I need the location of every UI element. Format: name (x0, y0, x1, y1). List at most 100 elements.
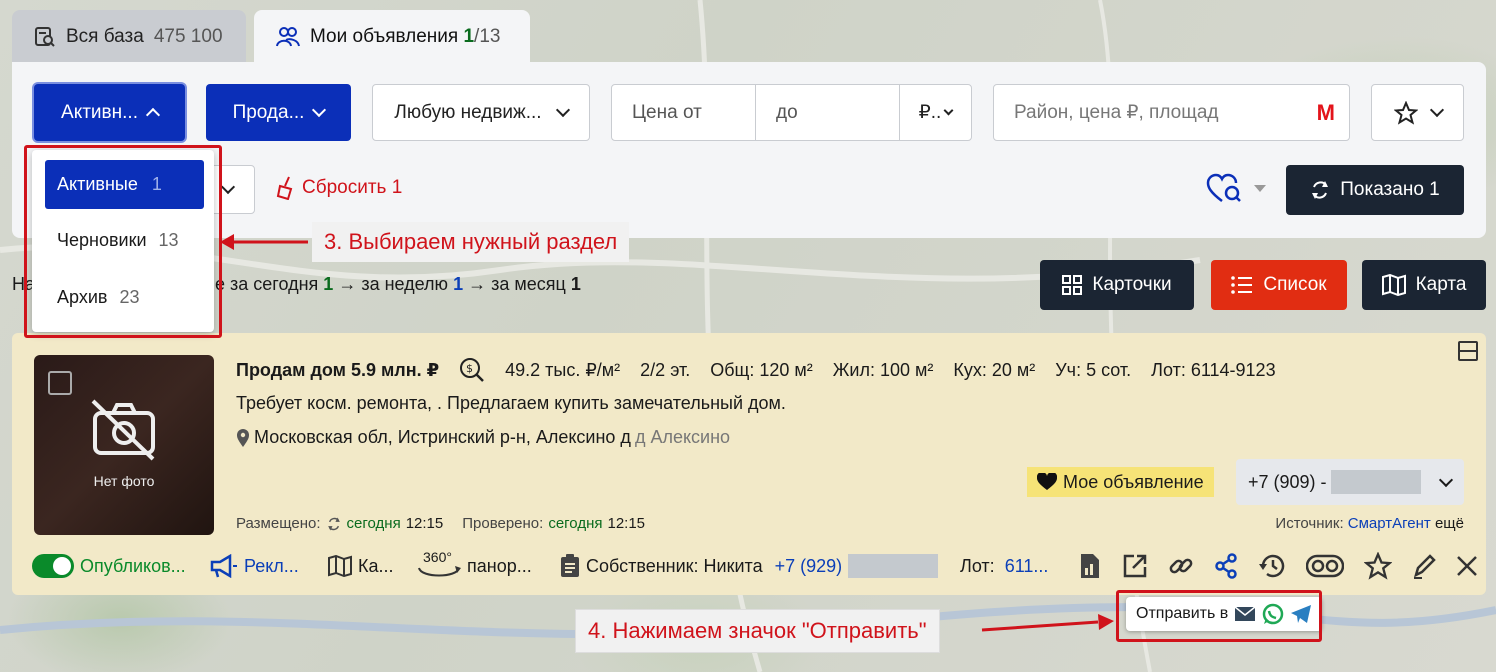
chevron-up-icon (145, 107, 161, 123)
tab-label: Вся база (66, 26, 144, 47)
status-select[interactable]: Активн... (34, 84, 185, 141)
refresh-icon (327, 516, 340, 531)
view-map-button[interactable]: Карта (1362, 260, 1486, 310)
price-to-input[interactable]: до (756, 85, 900, 140)
grid-icon (1062, 275, 1083, 295)
area-living: Жил: 100 м² (832, 359, 934, 380)
map-button[interactable]: Ка... (328, 552, 394, 580)
star-icon (1393, 100, 1418, 125)
annotation-highlight-share (1116, 590, 1322, 642)
tab-my-listings[interactable]: Мои объявления 1/13 (254, 10, 530, 64)
external-link-icon[interactable] (1122, 553, 1148, 579)
annotation-arrow-3 (220, 234, 308, 250)
chevron-down-icon (312, 102, 327, 118)
stats-week[interactable]: 1 (453, 274, 463, 294)
tab-active-count: 1 (463, 26, 475, 47)
link-icon[interactable] (1168, 553, 1194, 579)
view-list-label: Список (1263, 274, 1327, 295)
listing-title[interactable]: Продам дом 5.9 млн. ₽ (236, 360, 439, 381)
checked-label: Проверено: (462, 515, 544, 532)
users-icon (276, 27, 300, 47)
price-from-input[interactable]: Цена от (612, 85, 756, 140)
close-icon[interactable] (1456, 555, 1478, 577)
posted-day: сегодня (346, 515, 401, 532)
svg-text:$: $ (466, 362, 473, 375)
refresh-icon (1312, 181, 1329, 199)
posted-label: Размещено: (236, 515, 321, 532)
annotation-step3: 3. Выбираем нужный раздел (312, 222, 630, 262)
pencil-icon[interactable] (1412, 553, 1436, 579)
no-photo-icon (91, 399, 155, 461)
currency-label: ₽.. (918, 102, 942, 123)
shown-button[interactable]: Показано 1 (1286, 165, 1464, 215)
stats-week-label: → за неделю (338, 274, 449, 294)
tab-count: 475 100 (153, 26, 223, 47)
phone-blur (1330, 470, 1421, 494)
annotation-step4: 4. Нажимаем значок "Отправить" (575, 609, 940, 653)
checked-day: сегодня (548, 515, 603, 532)
plot-size: Уч: 5 сот. (1055, 359, 1132, 380)
tape-icon[interactable] (1306, 554, 1344, 578)
map-label: Ка... (358, 555, 394, 576)
favorites-select[interactable] (1371, 84, 1464, 141)
currency-select[interactable]: ₽.. (900, 85, 971, 140)
publish-toggle[interactable]: Опубликов... (32, 552, 186, 580)
owner-phone[interactable]: +7 (929) (775, 556, 843, 577)
heart-search-icon (1206, 173, 1241, 202)
phone-number: +7 (909) - (1248, 471, 1327, 492)
source-more[interactable]: ещё (1435, 515, 1464, 532)
annotation-highlight-dropdown (24, 145, 222, 338)
property-select[interactable]: Любую недвиж... (372, 84, 590, 141)
reset-button[interactable]: Сбросить 1 (276, 176, 402, 200)
checked-time: 12:15 (607, 515, 646, 532)
status-select-label: Активн... (61, 101, 138, 123)
property-select-label: Любую недвиж... (394, 101, 542, 123)
owner-label: Собственник: Никита (586, 555, 763, 576)
listing-card: Нет фото Продам дом 5.9 млн. ₽ $ 49.2 ты… (12, 333, 1486, 595)
phone-select[interactable]: +7 (909) - (1236, 459, 1464, 505)
collapse-icon[interactable] (1458, 341, 1478, 361)
deal-select[interactable]: Прода... (206, 84, 351, 141)
toggle-switch[interactable] (32, 554, 74, 578)
source-link[interactable]: СмартАгент (1348, 515, 1431, 532)
metro-icon[interactable]: М (1317, 100, 1335, 126)
chevron-down-icon (1438, 472, 1453, 487)
star-icon[interactable] (1364, 552, 1392, 580)
panorama-button[interactable]: 360° панор... (417, 549, 532, 580)
price-per-m: 49.2 тыс. ₽/м² (505, 359, 621, 380)
map-icon (1381, 274, 1406, 296)
publish-label: Опубликов... (80, 555, 186, 576)
stats-month[interactable]: 1 (571, 274, 581, 294)
stats-line: е за сегодня 1 → за неделю 1 → за месяц … (215, 274, 581, 295)
saved-search-button[interactable] (1206, 173, 1266, 205)
listing-photo[interactable]: Нет фото (34, 355, 214, 535)
lot-link[interactable]: Лот: 611... (960, 552, 1048, 580)
price-range: Цена от до ₽.. (611, 84, 972, 141)
select-checkbox[interactable] (48, 371, 72, 395)
stats-today[interactable]: 1 (323, 274, 333, 294)
annotation-arrow-4 (981, 614, 1114, 632)
heart-icon (1037, 473, 1057, 490)
ads-label: Рекл... (244, 555, 299, 576)
view-cards-button[interactable]: Карточки (1040, 260, 1194, 310)
location-pin-icon (237, 428, 249, 447)
search-placeholder: Район, цена ₽, площад (1014, 102, 1219, 123)
chevron-down-icon (220, 179, 235, 195)
chevron-down-icon (943, 105, 954, 115)
view-list-button[interactable]: Список (1211, 260, 1347, 310)
stats-today-label: е за сегодня (215, 274, 319, 294)
search-input[interactable]: Район, цена ₽, площад М (993, 84, 1350, 141)
report-icon[interactable] (1078, 553, 1102, 579)
source-label: Источник: (1275, 515, 1344, 532)
tab-all-base[interactable]: Вся база 475 100 (12, 10, 246, 64)
my-listing-badge: Мое объявление (1027, 467, 1214, 497)
area-kitchen: Кух: 20 м² (953, 359, 1036, 380)
share-icon[interactable] (1214, 553, 1238, 579)
my-listing-label: Мое объявление (1063, 471, 1204, 492)
floors: 2/2 эт. (640, 359, 691, 380)
price-search-icon[interactable]: $ (459, 357, 485, 383)
ads-button[interactable]: Рекл... (210, 552, 299, 580)
chevron-down-icon (1429, 102, 1444, 118)
owner-phone-blur (848, 554, 939, 578)
history-icon[interactable] (1258, 553, 1286, 579)
